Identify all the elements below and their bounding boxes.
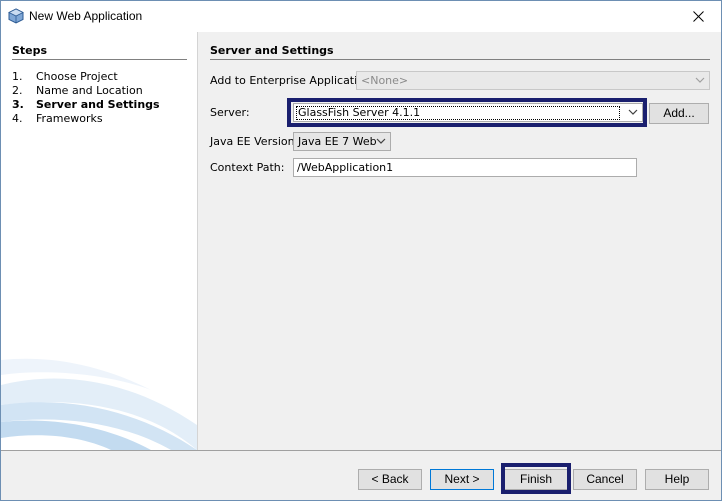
section-divider — [210, 59, 710, 60]
section-title: Server and Settings — [210, 44, 334, 57]
enterprise-application-label: Add to Enterprise Application: — [210, 74, 375, 87]
step-frameworks: 4. Frameworks — [12, 112, 103, 125]
netbeans-cube-icon — [8, 8, 24, 24]
chevron-down-icon — [695, 77, 705, 83]
close-icon — [692, 11, 704, 22]
steps-heading: Steps — [12, 44, 48, 57]
step-server-and-settings: 3. Server and Settings — [12, 98, 160, 111]
steps-list: 1. Choose Project 2. Name and Location 3. S… — [12, 70, 160, 126]
close-button[interactable] — [675, 1, 721, 32]
steps-divider — [12, 59, 187, 60]
back-button[interactable]: < Back — [358, 469, 422, 490]
window-title: New Web Application — [29, 9, 143, 23]
server-combo[interactable]: GlassFish Server 4.1.1 — [293, 103, 643, 122]
step-name-and-location: 2. Name and Location — [12, 84, 143, 97]
java-ee-version-value: Java EE 7 Web — [298, 135, 377, 148]
java-ee-version-combo[interactable]: Java EE 7 Web — [293, 132, 391, 151]
java-ee-version-label: Java EE Version: — [210, 135, 299, 148]
add-server-button[interactable]: Add... — [649, 103, 709, 124]
next-button[interactable]: Next > — [430, 469, 494, 490]
button-bar: < Back Next > Finish Cancel Help — [1, 451, 721, 500]
context-path-input[interactable]: /WebApplication1 — [293, 158, 637, 177]
new-web-application-dialog: New Web Application Steps 1. Choose Proje… — [0, 0, 722, 501]
chevron-down-icon — [376, 138, 386, 144]
settings-content: Server and Settings Add to Enterprise Ap… — [198, 32, 721, 450]
enterprise-application-value: <None> — [361, 74, 409, 87]
enterprise-application-combo: <None> — [356, 71, 710, 90]
finish-button[interactable]: Finish — [504, 469, 568, 490]
decorative-swoosh-graphic — [1, 358, 197, 450]
server-label: Server: — [210, 106, 250, 119]
steps-panel: Steps 1. Choose Project 2. Name and Locati… — [1, 32, 197, 450]
chevron-down-icon — [628, 109, 638, 115]
help-button[interactable]: Help — [645, 469, 709, 490]
title-bar[interactable]: New Web Application — [1, 1, 721, 32]
cancel-button[interactable]: Cancel — [573, 469, 637, 490]
context-path-label: Context Path: — [210, 161, 285, 174]
server-value: GlassFish Server 4.1.1 — [298, 106, 421, 119]
step-choose-project: 1. Choose Project — [12, 70, 118, 83]
